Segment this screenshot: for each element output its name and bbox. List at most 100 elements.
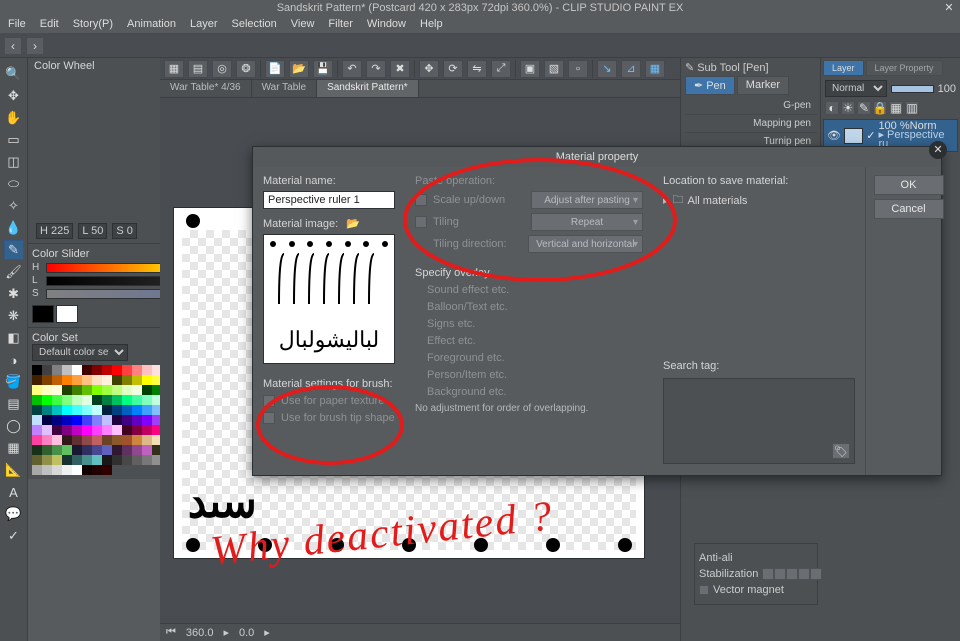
balloon-icon[interactable]: 💬 (4, 504, 24, 524)
swatch[interactable] (142, 375, 152, 385)
ruler-icon[interactable]: 📐 (4, 460, 24, 480)
swatch[interactable] (62, 465, 72, 475)
blend-mode-select[interactable]: Normal (825, 80, 887, 97)
lasso-icon[interactable]: ⬭ (4, 174, 24, 194)
swatch[interactable] (122, 365, 132, 375)
stabilization-row[interactable]: Stabilization (699, 568, 813, 580)
swatch[interactable] (62, 445, 72, 455)
swatch[interactable] (132, 435, 142, 445)
swatch[interactable] (62, 395, 72, 405)
tab-war-table-2[interactable]: War Table (252, 80, 317, 97)
snap-special-icon[interactable]: ⊿ (621, 60, 641, 78)
swatch[interactable] (82, 415, 92, 425)
snap-ruler-icon[interactable]: ↘ (597, 60, 617, 78)
subtool-item[interactable]: G-pen (685, 97, 817, 115)
swatch[interactable] (132, 395, 142, 405)
swatch[interactable] (72, 455, 82, 465)
swatch[interactable] (72, 375, 82, 385)
swatch[interactable] (142, 435, 152, 445)
new-icon[interactable]: 📄 (265, 60, 285, 78)
swatch[interactable] (142, 405, 152, 415)
swatch[interactable] (92, 445, 102, 455)
redo-icon[interactable]: ↷ (366, 60, 386, 78)
swatch[interactable] (122, 405, 132, 415)
zoom-icon[interactable]: 🔍 (4, 64, 24, 84)
swatch[interactable] (92, 435, 102, 445)
text-icon[interactable]: A (4, 482, 24, 502)
menu-window[interactable]: Window (361, 16, 412, 33)
tab-sandskrit[interactable]: Sandskrit Pattern* (317, 80, 419, 97)
swatch[interactable] (52, 385, 62, 395)
swatch[interactable] (62, 415, 72, 425)
sel-clear-icon[interactable]: ▫ (568, 60, 588, 78)
swatch[interactable] (112, 395, 122, 405)
swatch[interactable] (112, 435, 122, 445)
swatch[interactable] (62, 435, 72, 445)
swatch[interactable] (52, 375, 62, 385)
swatch[interactable] (142, 385, 152, 395)
swatch[interactable] (72, 445, 82, 455)
fg-color-swatch[interactable] (32, 305, 54, 323)
layout-icon[interactable]: ▤ (188, 60, 208, 78)
rotation-value[interactable]: 0.0 (239, 627, 254, 639)
scale-icon[interactable]: ⤢ (491, 60, 511, 78)
swatch[interactable] (112, 385, 122, 395)
checkbox-icon[interactable] (699, 585, 709, 595)
flip-icon[interactable]: ⇋ (467, 60, 487, 78)
swatch[interactable] (112, 415, 122, 425)
brush-icon[interactable]: 🖌 (4, 262, 24, 282)
swatch[interactable] (32, 405, 42, 415)
swatch[interactable] (42, 405, 52, 415)
swatch[interactable] (142, 365, 152, 375)
swatch[interactable] (122, 445, 132, 455)
swatch[interactable] (122, 385, 132, 395)
swatch[interactable] (52, 405, 62, 415)
swatch[interactable] (72, 415, 82, 425)
arrow-right-icon[interactable]: › (26, 37, 44, 55)
fill-icon[interactable]: 🪣 (4, 372, 24, 392)
tab-layer-property[interactable]: Layer Property (866, 60, 943, 76)
swatch[interactable] (112, 375, 122, 385)
swatch[interactable] (82, 465, 92, 475)
spiral-icon[interactable]: ❂ (236, 60, 256, 78)
swatch[interactable] (122, 435, 132, 445)
dialog-title-bar[interactable]: Material property ✕ (253, 147, 941, 167)
swatch[interactable] (82, 405, 92, 415)
grid-icon[interactable]: ▦ (164, 60, 184, 78)
operation-icon[interactable]: ▭ (4, 130, 24, 150)
eraser-icon[interactable]: ◧ (4, 328, 24, 348)
swatch[interactable] (82, 445, 92, 455)
swatch[interactable] (62, 375, 72, 385)
airbrush-icon[interactable]: ✱ (4, 284, 24, 304)
swatch[interactable] (32, 365, 42, 375)
arrow-left-icon[interactable]: ‹ (4, 37, 22, 55)
swatch[interactable] (132, 415, 142, 425)
ref-layer-icon[interactable]: ☀ (841, 101, 855, 115)
swatch[interactable] (82, 365, 92, 375)
swatch[interactable] (42, 435, 52, 445)
opacity-slider[interactable] (891, 85, 934, 93)
tab-war-table-1[interactable]: War Table* 4/36 (160, 80, 252, 97)
menu-help[interactable]: Help (414, 16, 449, 33)
swatch[interactable] (112, 405, 122, 415)
menu-animation[interactable]: Animation (121, 16, 182, 33)
swatch[interactable] (92, 395, 102, 405)
swatch[interactable] (82, 375, 92, 385)
swatch[interactable] (32, 425, 42, 435)
figure-icon[interactable]: ◯ (4, 416, 24, 436)
subtool-tab-marker[interactable]: Marker (737, 76, 789, 95)
swatch[interactable] (62, 385, 72, 395)
close-icon[interactable]: ✕ (942, 0, 956, 14)
ruler-vis-icon[interactable]: ▦ (889, 101, 903, 115)
swatch[interactable] (142, 455, 152, 465)
swatch[interactable] (82, 425, 92, 435)
swatch[interactable] (92, 455, 102, 465)
wand-icon[interactable]: ✧ (4, 196, 24, 216)
swatch[interactable] (102, 425, 112, 435)
menu-edit[interactable]: Edit (34, 16, 65, 33)
draft-icon[interactable]: ✎ (857, 101, 871, 115)
swatch[interactable] (72, 425, 82, 435)
material-tree[interactable]: ▸🗀All materials (663, 191, 855, 210)
swatch[interactable] (62, 425, 72, 435)
hand-icon[interactable]: ✋ (4, 108, 24, 128)
